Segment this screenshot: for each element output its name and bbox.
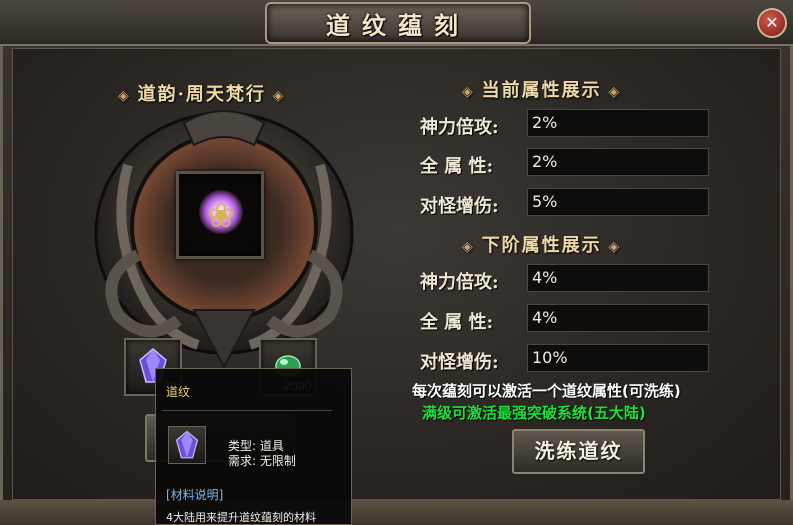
stat-value: 2% xyxy=(527,109,709,137)
tooltip-requirement: 需求: 无限制 xyxy=(228,454,296,468)
next-title-wrap: ◈ 下阶属性展示 ◈ xyxy=(462,231,621,257)
title-bar: 道纹蕴刻 ✕ xyxy=(0,0,793,46)
center-item-slot[interactable]: ❀ xyxy=(176,171,264,259)
tooltip-section-header: [材料说明] xyxy=(166,488,224,502)
stat-label: 对怪增伤: xyxy=(420,196,499,217)
diamond-ornament-icon: ◈ xyxy=(462,239,482,255)
tooltip-item-icon xyxy=(168,426,206,464)
diamond-ornament-icon: ◈ xyxy=(265,88,286,104)
tooltip-divider xyxy=(162,410,332,411)
item-tooltip: 道纹 类型: 道具 需求: 无限制 [材料说明] 4大陆用来提升道纹蕴刻的材料 xyxy=(155,368,352,525)
stat-label: 对怪增伤: xyxy=(420,352,499,373)
info-note: 每次蕴刻可以激活一个道纹属性(可洗练) xyxy=(412,382,681,400)
stat-value: 2% xyxy=(527,148,709,176)
diamond-ornament-icon: ◈ xyxy=(118,88,138,104)
left-section-title-wrap: ◈ 道韵·周天梵行 ◈ xyxy=(118,80,286,106)
title-plate: 道纹蕴刻 xyxy=(265,2,531,44)
close-icon: ✕ xyxy=(765,13,779,32)
stat-value: 10% xyxy=(527,344,709,372)
stat-label: 神力倍攻: xyxy=(420,117,499,138)
crystal-gem-icon xyxy=(175,430,199,459)
next-section-title: 下阶属性展示 xyxy=(481,235,602,256)
lotus-icon: ❀ xyxy=(206,196,236,236)
tooltip-description: 4大陆用来提升道纹蕴刻的材料 xyxy=(166,511,316,524)
current-section-title: 当前属性展示 xyxy=(481,80,602,101)
refine-button[interactable]: 洗练道纹 xyxy=(512,429,645,474)
max-level-note: 满级可激活最强突破系统(五大陆) xyxy=(422,404,646,422)
bottom-border xyxy=(0,500,793,525)
left-section-title: 道韵·周天梵行 xyxy=(137,84,266,105)
stat-value: 5% xyxy=(527,188,709,216)
current-title-wrap: ◈ 当前属性展示 ◈ xyxy=(462,76,621,102)
stat-label: 全 属 性: xyxy=(420,156,494,177)
stat-label: 神力倍攻: xyxy=(420,272,499,293)
stat-value: 4% xyxy=(527,304,709,332)
window-title: 道纹蕴刻 xyxy=(326,10,470,40)
diamond-ornament-icon: ◈ xyxy=(462,84,482,100)
diamond-ornament-icon: ◈ xyxy=(601,239,622,255)
close-button[interactable]: ✕ xyxy=(757,8,787,38)
stat-label: 全 属 性: xyxy=(420,312,494,333)
tooltip-item-name: 道纹 xyxy=(166,385,191,399)
stat-value: 4% xyxy=(527,264,709,292)
diamond-ornament-icon: ◈ xyxy=(601,84,622,100)
